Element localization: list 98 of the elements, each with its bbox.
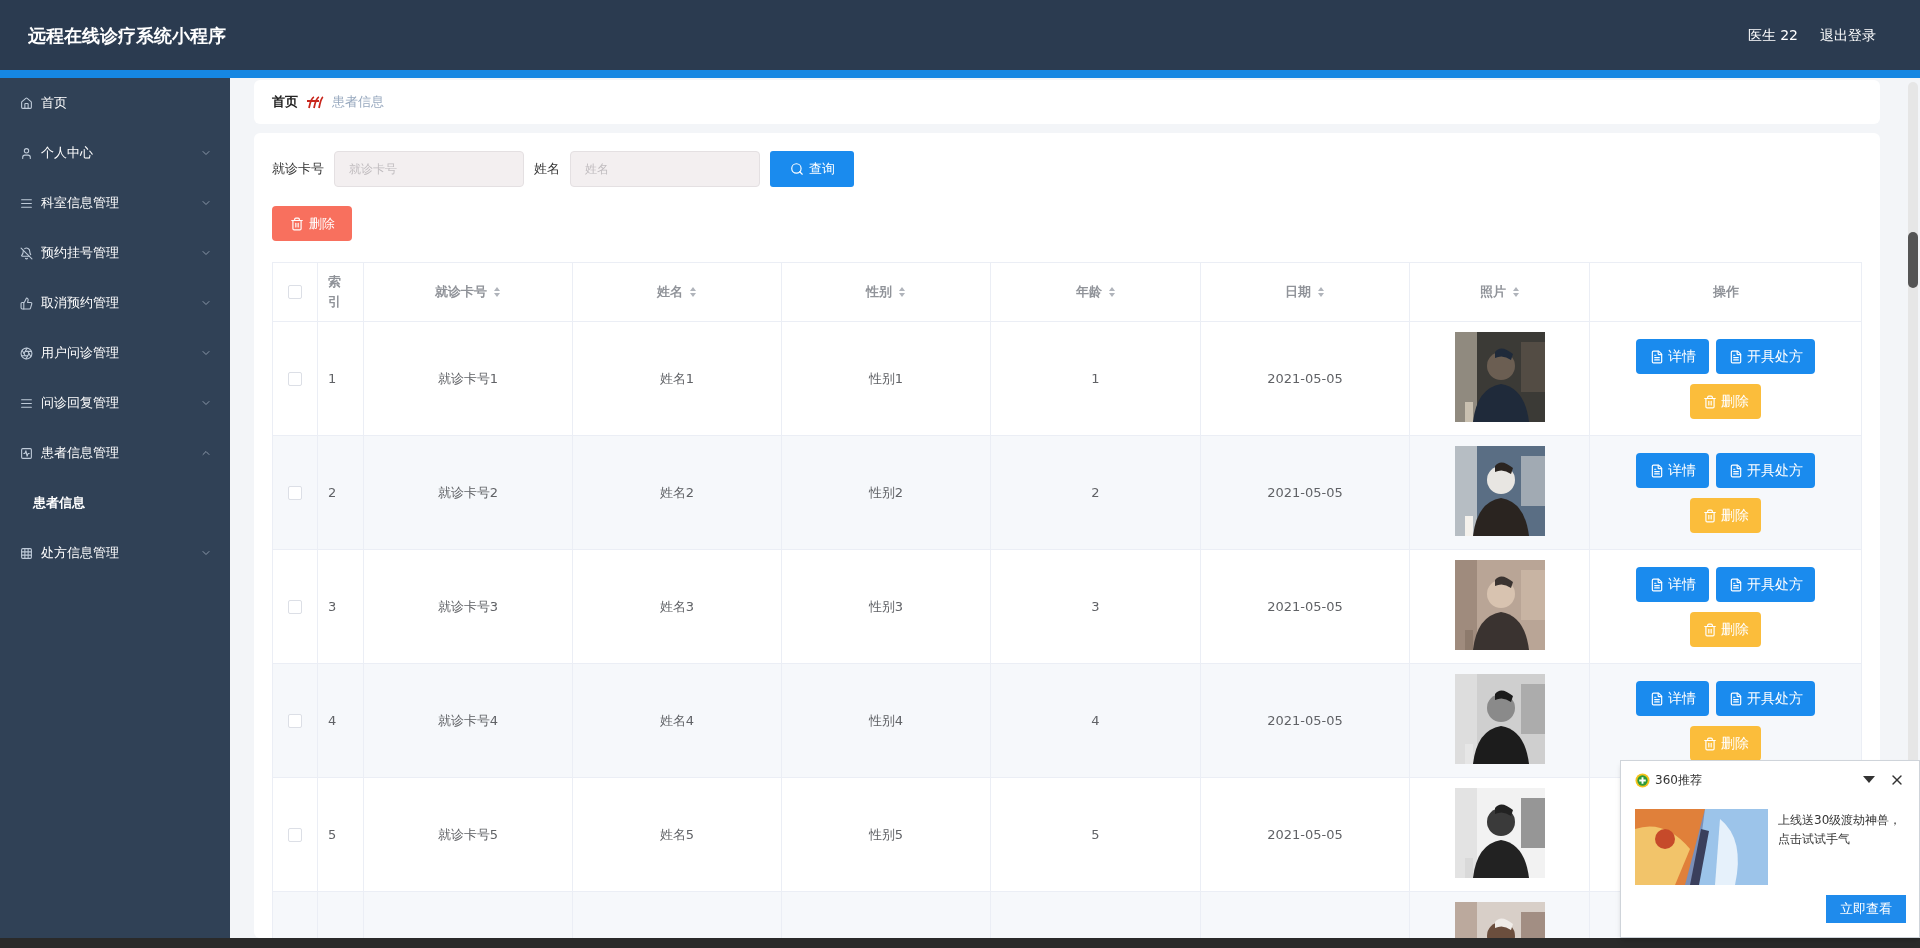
- checkbox[interactable]: [288, 827, 302, 842]
- grid-icon: [20, 546, 33, 560]
- table-cell-text: 2021-05-05: [1267, 711, 1343, 730]
- table-cell-text: 2021-05-05: [1267, 369, 1343, 388]
- table-cell-text: 姓名4: [659, 711, 695, 730]
- user-icon: [20, 146, 33, 160]
- table-cell-text: 性别3: [868, 597, 904, 616]
- sidebar-item[interactable]: 个人中心: [0, 128, 230, 178]
- trash-icon: [1702, 622, 1717, 637]
- prescribe-button[interactable]: 开具处方: [1716, 681, 1815, 716]
- table-cell-text: 2: [328, 483, 337, 502]
- table-cell-text: 性别5: [868, 825, 904, 844]
- table-cell-text: 性别4: [868, 711, 904, 730]
- table-cell-text: 4: [328, 711, 337, 730]
- search-icon: [789, 162, 804, 176]
- table-cell-text: 性别2: [868, 483, 904, 502]
- document-icon: [1649, 577, 1664, 592]
- breadcrumb-link[interactable]: 患者信息: [332, 92, 384, 112]
- sort-icon[interactable]: [898, 286, 906, 298]
- sidebar-item[interactable]: 科室信息管理: [0, 178, 230, 228]
- detail-button[interactable]: 详情: [1636, 339, 1709, 374]
- delete-button[interactable]: 删除: [272, 206, 352, 241]
- table-cell-text: 1: [328, 369, 337, 388]
- table-cell-text: 2: [1091, 483, 1100, 502]
- app-title: 远程在线诊疗系统小程序: [28, 23, 226, 48]
- sort-icon[interactable]: [493, 286, 501, 298]
- table-cell-text: 5: [328, 825, 337, 844]
- popup-message: 上线送30级渡劫神兽，点击试试手气: [1778, 812, 1903, 848]
- sidebar-item[interactable]: 首页: [0, 78, 230, 128]
- checkbox[interactable]: [288, 285, 302, 299]
- prescribe-button[interactable]: 开具处方: [1716, 567, 1815, 602]
- table-cell-text: 1: [1091, 369, 1100, 388]
- list-icon: [20, 396, 33, 410]
- separator-icon: [306, 95, 324, 109]
- table-cell-text: 姓名2: [659, 483, 695, 502]
- table-cell-text: 姓名1: [659, 369, 695, 388]
- thumbs-up-icon: [20, 296, 33, 310]
- table-cell-text: 3: [1091, 597, 1100, 616]
- prescribe-button[interactable]: 开具处方: [1716, 339, 1815, 374]
- table-cell-text: 2021-05-05: [1267, 483, 1343, 502]
- checkbox[interactable]: [288, 599, 302, 614]
- document-icon: [1649, 463, 1664, 478]
- trash-icon: [289, 216, 304, 231]
- table-cell-text: 2021-05-05: [1267, 597, 1343, 616]
- prescribe-button[interactable]: 开具处方: [1716, 453, 1815, 488]
- list-icon: [20, 196, 33, 210]
- table-cell-text: 3: [328, 597, 337, 616]
- search-button[interactable]: 查询: [770, 151, 854, 187]
- table-cell-text: 就诊卡号4: [437, 711, 499, 730]
- detail-button[interactable]: 详情: [1636, 681, 1709, 716]
- table-cell-text: 5: [1091, 825, 1100, 844]
- sidebar-subitem[interactable]: 患者信息: [0, 478, 230, 528]
- breadcrumb-link[interactable]: 首页: [272, 92, 298, 112]
- sort-icon[interactable]: [689, 286, 697, 298]
- document-icon: [1728, 577, 1743, 592]
- bell-off-icon: [20, 246, 33, 260]
- document-icon: [1728, 349, 1743, 364]
- table-cell-text: 姓名3: [659, 597, 695, 616]
- field-label: 姓名: [534, 160, 560, 179]
- table-cell-text: 就诊卡号3: [437, 597, 499, 616]
- table-cell-text: 姓名5: [659, 825, 695, 844]
- document-icon: [1728, 691, 1743, 706]
- dropdown-icon[interactable]: [1863, 776, 1875, 784]
- sidebar-item[interactable]: 预约挂号管理: [0, 228, 230, 278]
- sidebar-item[interactable]: 取消预约管理: [0, 278, 230, 328]
- table-cell-text: 就诊卡号2: [437, 483, 499, 502]
- checkbox[interactable]: [288, 485, 302, 500]
- checkbox[interactable]: [288, 713, 302, 728]
- home-icon: [20, 96, 33, 110]
- view-now-button[interactable]: 立即查看: [1826, 895, 1906, 923]
- user-name: 医生 22: [1747, 25, 1798, 45]
- chart-icon: [20, 446, 33, 460]
- detail-button[interactable]: 详情: [1636, 453, 1709, 488]
- logout-link[interactable]: 退出登录: [1820, 24, 1876, 46]
- sidebar-item[interactable]: 患者信息管理: [0, 428, 230, 478]
- table-cell-text: 就诊卡号5: [437, 825, 499, 844]
- aperture-icon: [20, 346, 33, 360]
- document-icon: [1728, 463, 1743, 478]
- sort-icon[interactable]: [1317, 286, 1325, 298]
- field-label: 就诊卡号: [272, 160, 324, 179]
- sort-icon[interactable]: [1511, 286, 1520, 298]
- sidebar-item[interactable]: 用户问诊管理: [0, 328, 230, 378]
- document-icon: [1649, 691, 1664, 706]
- table-cell-text: 性别1: [868, 369, 904, 388]
- popup-source: 360推荐: [1655, 772, 1703, 789]
- detail-button[interactable]: 详情: [1636, 567, 1709, 602]
- sidebar-item[interactable]: 问诊回复管理: [0, 378, 230, 428]
- trash-icon: [1702, 736, 1717, 751]
- trash-icon: [1702, 394, 1717, 409]
- trash-icon: [1702, 508, 1717, 523]
- sidebar-item[interactable]: 处方信息管理: [0, 528, 230, 578]
- document-icon: [1649, 349, 1664, 364]
- sort-icon[interactable]: [1107, 286, 1116, 298]
- plus-circle-icon: [1635, 772, 1650, 788]
- table-cell-text: 2021-05-05: [1267, 825, 1343, 844]
- checkbox[interactable]: [288, 371, 302, 386]
- table-cell-text: 4: [1091, 711, 1100, 730]
- table-cell-text: 就诊卡号1: [437, 369, 499, 388]
